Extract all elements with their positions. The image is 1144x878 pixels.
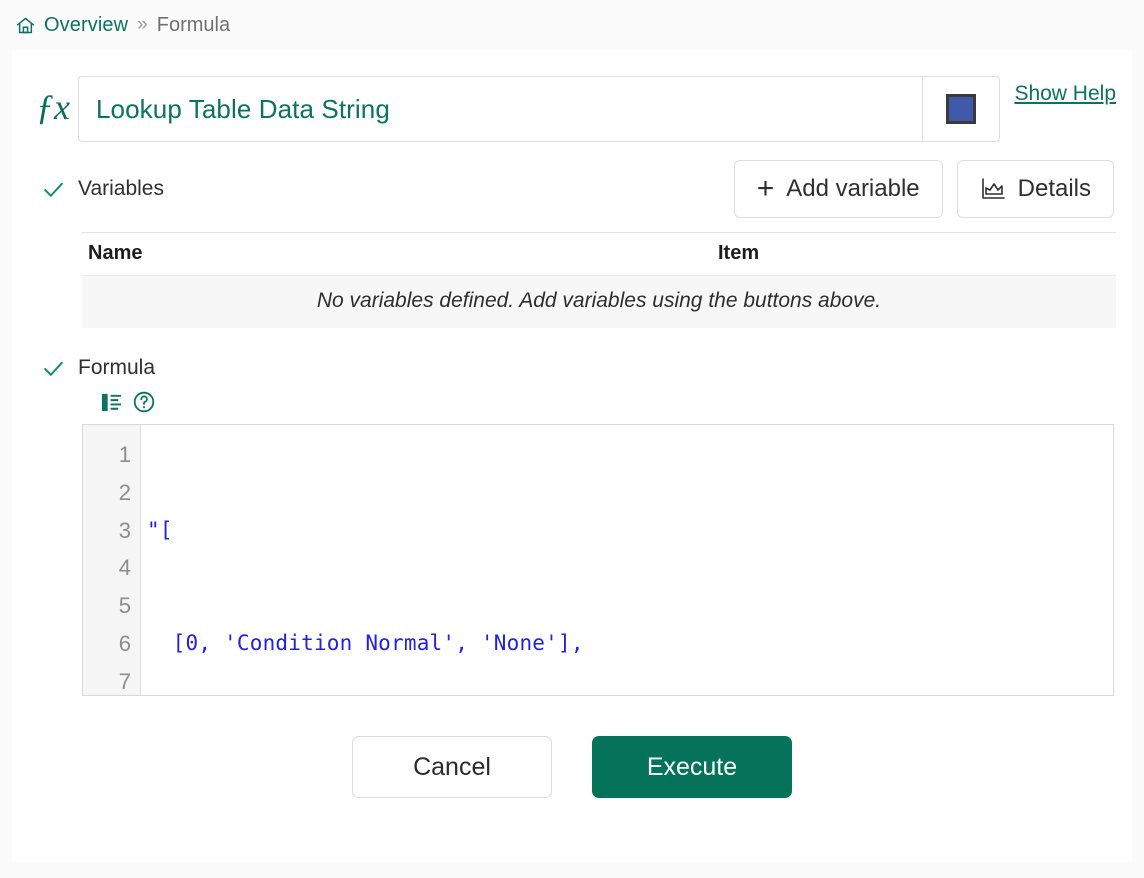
- add-variable-label: Add variable: [786, 175, 919, 203]
- add-variable-button[interactable]: + Add variable: [734, 160, 943, 218]
- details-button[interactable]: Details: [957, 160, 1114, 218]
- check-icon-formula: [28, 356, 78, 381]
- variables-table-header: Name Item: [82, 233, 1116, 276]
- formula-section-header: Formula: [28, 348, 1116, 388]
- formula-code-editor[interactable]: 1 2 3 4 5 6 7 "[ [0, 'Condition Normal',…: [82, 424, 1114, 696]
- editor-gutter: 1 2 3 4 5 6 7: [83, 425, 141, 695]
- plus-icon: +: [757, 174, 775, 204]
- format-text-icon[interactable]: [100, 391, 123, 414]
- color-picker-button[interactable]: [922, 76, 1000, 142]
- question-circle-icon[interactable]: [132, 390, 156, 414]
- formula-name-input-group: Lookup Table Data String: [78, 76, 1000, 142]
- formula-toolbar: [100, 390, 1116, 414]
- chart-icon: [980, 177, 1006, 201]
- breadcrumb-separator: »: [136, 14, 149, 36]
- color-swatch: [946, 94, 976, 124]
- execute-button[interactable]: Execute: [592, 736, 792, 798]
- show-help-link[interactable]: Show Help: [1014, 76, 1116, 106]
- column-header-name: Name: [88, 242, 718, 265]
- fx-icon: ƒx: [28, 76, 78, 142]
- formula-title: Formula: [78, 356, 155, 380]
- formula-card: ƒx Lookup Table Data String Show Help Va…: [12, 50, 1132, 862]
- code-line: [0, 'Condition Normal', 'None'],: [147, 625, 1113, 663]
- line-number: 1: [83, 436, 131, 474]
- line-number: 2: [83, 474, 131, 512]
- formula-name-row: ƒx Lookup Table Data String Show Help: [28, 50, 1116, 142]
- variables-table: Name Item No variables defined. Add vari…: [82, 232, 1116, 328]
- line-number: 6: [83, 625, 131, 663]
- column-header-item: Item: [718, 242, 759, 265]
- variables-actions: + Add variable Details: [734, 160, 1116, 218]
- line-number: 3: [83, 512, 131, 550]
- dialog-footer: Cancel Execute: [28, 736, 1116, 798]
- breadcrumb-current-formula: Formula: [157, 14, 230, 37]
- details-label: Details: [1018, 175, 1091, 203]
- variables-section-header: Variables + Add variable Details: [28, 160, 1116, 218]
- breadcrumb: Overview » Formula: [0, 0, 1144, 50]
- variables-title: Variables: [78, 177, 164, 201]
- check-icon-variables: [28, 177, 78, 202]
- line-number: 5: [83, 587, 131, 625]
- code-line: "[: [147, 512, 1113, 550]
- formula-name-input[interactable]: Lookup Table Data String: [78, 76, 922, 142]
- editor-code-area[interactable]: "[ [0, 'Condition Normal', 'None'], [1, …: [141, 425, 1113, 695]
- line-number: 4: [83, 549, 131, 587]
- home-icon[interactable]: [14, 14, 36, 36]
- line-number: 7: [83, 663, 131, 696]
- breadcrumb-link-overview[interactable]: Overview: [44, 14, 128, 37]
- cancel-button[interactable]: Cancel: [352, 736, 552, 798]
- variables-empty-message: No variables defined. Add variables usin…: [82, 276, 1116, 328]
